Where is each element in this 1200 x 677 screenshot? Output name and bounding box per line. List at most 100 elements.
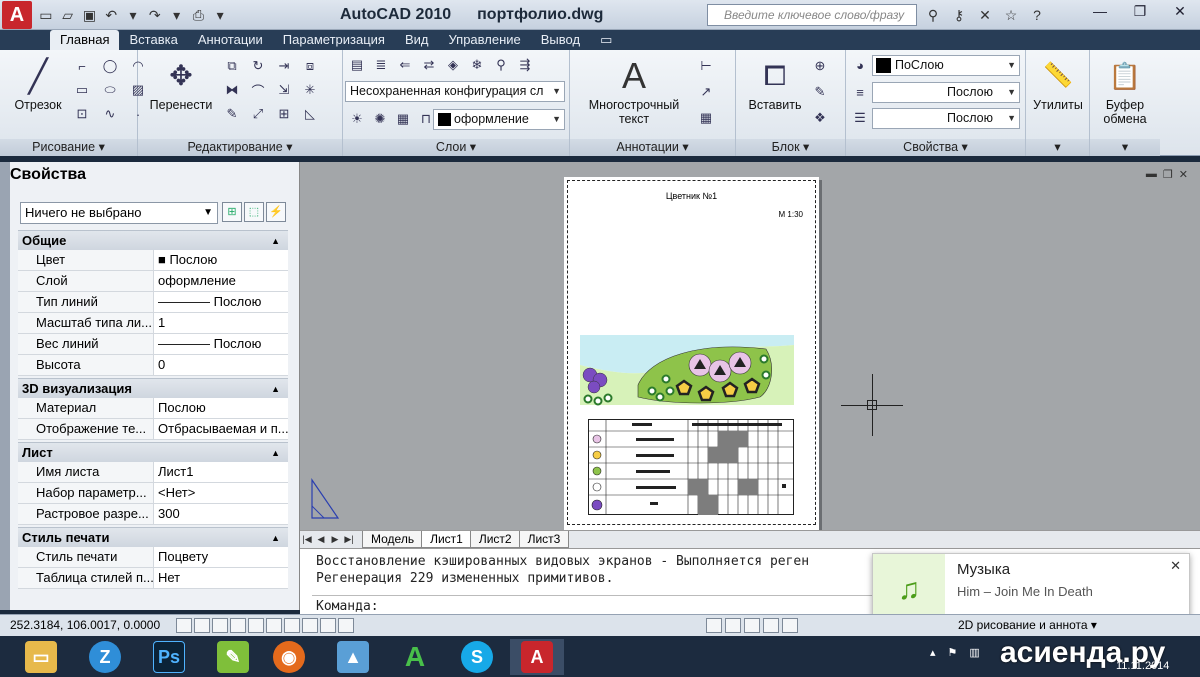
taskbar-photoshop[interactable]: Ps [142,639,196,675]
chamfer-icon[interactable]: ◺ [300,104,320,124]
tab-parametric[interactable]: Параметризация [273,30,395,50]
command-input[interactable]: Команда: [316,599,379,614]
property-row[interactable]: Стиль печати Поцвету [18,547,288,568]
minimize-button[interactable]: — [1080,0,1120,22]
taskbar-autocad[interactable]: A [510,639,564,675]
color-select[interactable]: ПоСлою ▼ [872,55,1020,76]
tab-insert[interactable]: Вставка [119,30,187,50]
panel-title-draw[interactable]: Рисование ▾ [0,139,137,156]
taskbar-firefox[interactable]: ◉ [262,639,316,675]
rotate-icon[interactable]: ↻ [248,56,268,76]
restore-icon[interactable]: ❐ [1163,168,1173,181]
clipboard-expand[interactable]: ▾ [1090,139,1160,156]
line-button[interactable]: ╱ Отрезок [8,54,68,112]
array-icon[interactable]: ⊞ [274,104,294,124]
section-general[interactable]: Общие ▲ [18,230,288,250]
close-icon[interactable]: ✕ [1179,168,1188,181]
section-sheet[interactable]: Лист ▲ [18,442,288,462]
search-input[interactable]: Введите ключевое слово/фразу [707,4,917,26]
ellipse-icon[interactable]: ⬭ [100,80,120,100]
redo-icon[interactable]: ↷ [145,4,165,26]
stretch-icon[interactable]: ⇲ [274,80,294,100]
property-row[interactable]: Отображение те... Отбрасываемая и п... [18,419,288,440]
help-icon[interactable]: ? [1026,4,1048,26]
current-layer-select[interactable]: оформление ▼ [433,109,565,130]
layer-state-select[interactable]: Несохраненная конфигурация сл ▼ [345,81,565,102]
layer-match-icon[interactable]: ⇄ [419,55,439,75]
panel-title-annotation[interactable]: Аннотации ▾ [570,139,735,156]
osnap-icon[interactable] [248,618,264,633]
workspace-switcher[interactable]: 2D рисование и аннота ▾ [958,615,1097,636]
palette-grip[interactable] [0,162,10,610]
layer-isolate-icon[interactable]: ◈ [443,55,463,75]
mirror-icon[interactable]: ⧓ [222,80,242,100]
tab-manage[interactable]: Управление [438,30,530,50]
scale-icon[interactable]: ⤢ [248,104,268,124]
close-button[interactable]: ✕ [1160,0,1200,22]
selection-select[interactable]: Ничего не выбрано ▼ [20,202,218,224]
copy-icon[interactable]: ⧉ [222,56,242,76]
ortho-icon[interactable] [212,618,228,633]
property-row[interactable]: Масштаб типа ли... 1 [18,313,288,334]
region-icon[interactable]: ⊡ [72,104,92,124]
tray-chevron-icon[interactable]: ▴ [930,646,936,659]
property-row[interactable]: Слой оформление [18,271,288,292]
color-wheel-icon[interactable]: ◕ [850,55,870,75]
tab-annotate[interactable]: Аннотации [188,30,273,50]
dimension-icon[interactable]: ⊢ [696,56,716,76]
open-file-icon[interactable]: ▱ [58,4,78,26]
taskbar-skype[interactable]: S [450,639,504,675]
property-row[interactable]: Тип линий ———— Послою [18,292,288,313]
plot-icon[interactable]: ⎙ [188,4,208,26]
star-icon[interactable]: ☆ [1000,4,1022,26]
redo-dropdown-icon[interactable]: ▾ [167,4,187,26]
create-block-icon[interactable]: ⊕ [810,56,830,76]
erase-icon[interactable]: ✎ [222,104,242,124]
lineweight-select[interactable]: Послою ▼ [872,108,1020,129]
property-row[interactable]: Цвет ■ Послою [18,250,288,271]
select-objects-icon[interactable]: ⬚ [244,202,264,222]
new-file-icon[interactable]: ▭ [36,4,56,26]
taskbar-photos[interactable]: ▲ [326,639,380,675]
tab-model[interactable]: Модель [362,531,424,548]
property-row[interactable]: Высота 0 [18,355,288,376]
linetype-icon[interactable]: ☰ [850,108,870,128]
layer-state-icon[interactable]: ≣ [371,55,391,75]
viewport-freeze-icon[interactable]: ▦ [393,109,413,129]
panel-title-layers[interactable]: Слои ▾ [343,139,569,156]
first-tab-icon[interactable]: |◀ [300,534,314,545]
undo-icon[interactable]: ↶ [101,4,121,26]
steering-wheel-icon[interactable] [763,618,779,633]
close-icon[interactable]: ✕ [1170,558,1181,574]
panel-title-block[interactable]: Блок ▾ [736,139,845,156]
property-row[interactable]: Имя листа Лист1 [18,462,288,483]
grid-icon[interactable] [194,618,210,633]
layer-walk-icon[interactable]: ⇶ [515,55,535,75]
taskbar-autocad-a[interactable]: A [388,639,442,675]
utilities-button[interactable]: 📏 Утилиты [1028,54,1088,112]
property-row[interactable]: Таблица стилей п... Нет [18,568,288,589]
property-row[interactable]: Набор параметр... <Нет> [18,483,288,504]
save-icon[interactable]: ▣ [80,4,100,26]
polar-icon[interactable] [230,618,246,633]
tab-layout3[interactable]: Лист3 [518,531,570,548]
pan-icon[interactable] [725,618,741,633]
table-icon[interactable]: ▦ [696,108,716,128]
network-icon[interactable]: ▥ [969,646,979,659]
tab-layout2[interactable]: Лист2 [469,531,521,548]
linetype-select[interactable]: Послою ▼ [872,82,1020,103]
taskbar-zona[interactable]: Z [78,639,132,675]
tab-layout1[interactable]: Лист1 [421,531,472,548]
polyline-icon[interactable]: ⌐ [72,56,92,76]
tab-home[interactable]: Главная [50,30,120,50]
attribute-icon[interactable]: ❖ [810,108,830,128]
quick-properties-icon[interactable] [338,618,354,633]
minimize-icon[interactable]: ▬ [1146,168,1157,181]
taskbar-pen-app[interactable]: ✎ [206,639,260,675]
circle-icon[interactable]: ◯ [100,56,120,76]
panel-title-modify[interactable]: Редактирование ▾ [138,139,342,156]
drawing-area[interactable]: ▬ ❐ ✕ Цветник №1 М 1:30 [300,162,1200,530]
binoculars-icon[interactable]: ⚲ [922,4,944,26]
last-tab-icon[interactable]: ▶| [342,534,356,545]
sun-icon[interactable]: ✺ [370,109,390,129]
